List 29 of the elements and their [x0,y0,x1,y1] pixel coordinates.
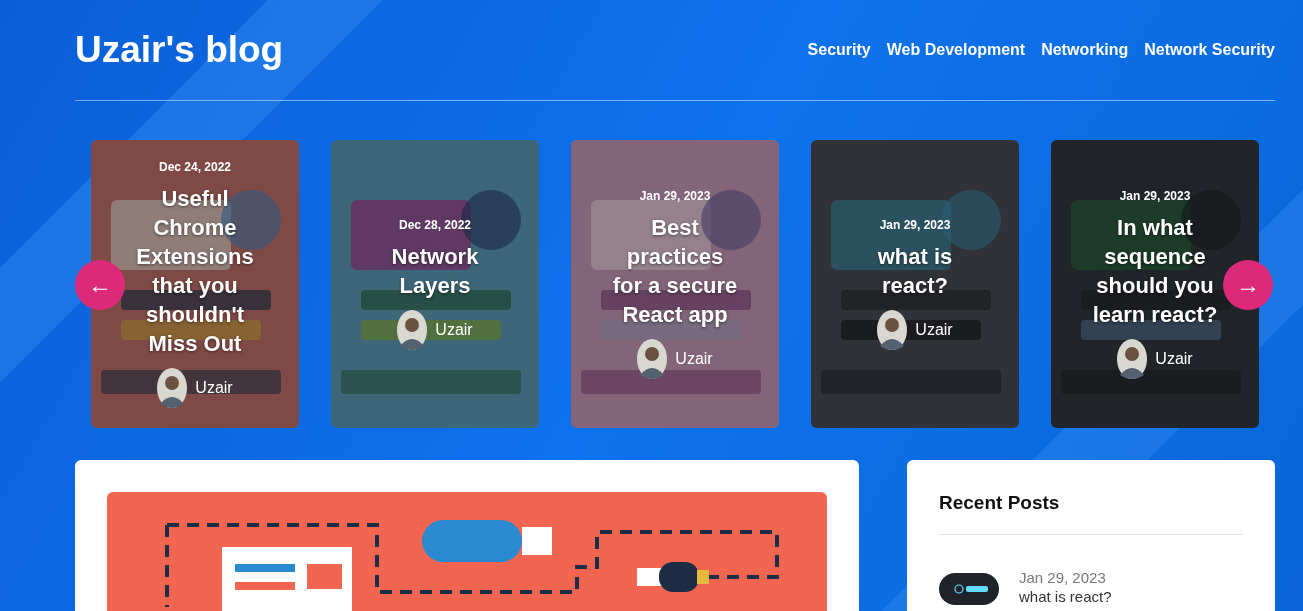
blog-title[interactable]: Uzair's blog [75,29,284,71]
nav-link[interactable]: Networking [1041,41,1129,59]
avatar-icon [157,368,188,408]
avatar-icon [1117,339,1148,379]
author-name: Uzair [1155,350,1193,368]
nav-link[interactable]: Network Security [1144,41,1275,59]
avatar-icon [877,310,908,350]
post-date: Jan 29, 2023 [1019,569,1107,586]
author-name: Uzair [675,350,713,368]
avatar-icon [397,310,428,350]
nav-link[interactable]: Security [807,41,871,59]
post-date: Jan 29, 2023 [639,189,711,203]
post-date: Dec 28, 2022 [398,218,472,232]
nav-link[interactable]: Web Development [886,41,1026,59]
author-name: Uzair [915,321,953,339]
post-date: Jan 29, 2023 [1119,189,1191,203]
post-date: Dec 24, 2022 [158,160,232,174]
avatar-icon [637,339,668,379]
author-name: Uzair [195,379,233,397]
post-link[interactable]: what is react? [1019,588,1112,605]
post-title: Useful Chrome Extensions that you shouldn't Miss Out [135,185,255,358]
post-date: Jan 29, 2023 [879,218,951,232]
section-heading: Recent Posts [939,492,1061,514]
post-title: what is react? [876,243,954,300]
post-title: Network Layers [390,243,480,300]
post-title: In what sequence should you learn react? [1091,214,1219,329]
author-name: Uzair [435,321,473,339]
post-title: Best practices for a secure React app [611,214,739,329]
previous-button[interactable]: ← [75,260,125,310]
